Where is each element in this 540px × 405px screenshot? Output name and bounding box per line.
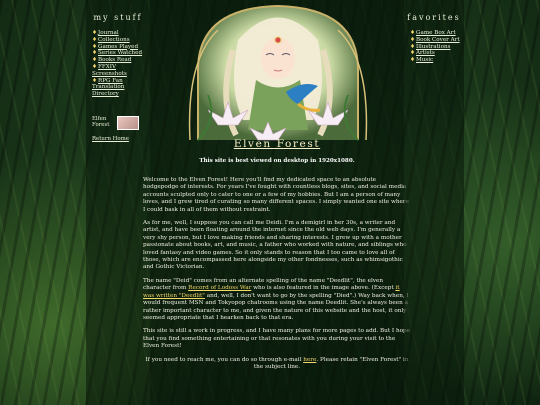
nav-item-game-box-art[interactable]: ♦Game Box Art xyxy=(410,30,464,37)
nav-item-journal[interactable]: ♦Journal xyxy=(92,30,150,37)
bullet-diamond-icon: ♦ xyxy=(92,43,98,50)
nav-link[interactable]: Collections xyxy=(98,37,130,43)
bullet-diamond-icon: ♦ xyxy=(410,57,416,64)
bullet-diamond-icon: ♦ xyxy=(92,36,98,43)
nav-item-books-read[interactable]: ♦Books Read xyxy=(92,57,150,64)
right-nav: ♦Game Box Art ♦Book Cover Art ♦Illustrat… xyxy=(410,30,464,64)
nav-link[interactable]: Game Box Art xyxy=(416,30,456,36)
main-content-panel: Elven Forest This site is best viewed on… xyxy=(143,0,410,405)
nav-link[interactable]: Book Cover Art xyxy=(416,37,460,43)
nav-link[interactable]: Games Played xyxy=(98,44,138,50)
nav-item-rpg-fan-translation[interactable]: ♦RPG Fan Translation Directory xyxy=(92,78,150,98)
bullet-diamond-icon: ♦ xyxy=(92,77,98,84)
paragraph-welcome: Welcome to the Elven Forest! Here you'll… xyxy=(143,177,409,213)
nav-item-music[interactable]: ♦Music xyxy=(410,57,464,64)
nav-link[interactable]: Music xyxy=(416,57,433,63)
email-link[interactable]: here xyxy=(303,357,316,363)
bullet-diamond-icon: ♦ xyxy=(92,63,98,70)
nav-link[interactable]: Artists xyxy=(416,50,435,56)
nav-item-ffxiv-screenshots[interactable]: ♦FFXIV Screenshots xyxy=(92,64,150,78)
nav-link[interactable]: FFXIV Screenshots xyxy=(92,64,127,77)
nav-link[interactable]: Illustrations xyxy=(416,44,450,50)
bullet-diamond-icon: ♦ xyxy=(410,50,416,57)
badge-thumbnail[interactable] xyxy=(117,116,140,130)
bullet-diamond-icon: ♦ xyxy=(92,30,98,36)
paragraph-about: As for me, well, I suppose you can call … xyxy=(143,220,407,271)
right-sidebar: favorites ♦Game Box Art ♦Book Cover Art … xyxy=(404,0,464,405)
site-title[interactable]: Elven Forest xyxy=(150,138,404,150)
nav-link[interactable]: Journal xyxy=(98,30,119,36)
bullet-diamond-icon: ♦ xyxy=(410,30,416,36)
paragraph-work-in-progress: This site is still a work in progress, a… xyxy=(143,328,411,350)
sidebar-title-favorites: favorites xyxy=(407,13,461,22)
bullet-diamond-icon: ♦ xyxy=(92,50,98,57)
left-nav: ♦Journal ♦Collections ♦Games Played ♦Ser… xyxy=(92,30,150,98)
text-span: who is also featured in the image above.… xyxy=(251,285,396,292)
bullet-diamond-icon: ♦ xyxy=(410,36,416,43)
badge-label: Elfen Forest xyxy=(92,116,110,128)
sidebar-title-my-stuff: my stuff xyxy=(93,13,143,22)
paragraph-name-origin: The name "Deid" comes from an alternate … xyxy=(143,278,411,322)
nav-link[interactable]: Books Read xyxy=(98,57,131,63)
paragraph-contact: If you need to reach me, you can do so t… xyxy=(143,357,411,372)
left-sidebar: my stuff ♦Journal ♦Collections ♦Games Pl… xyxy=(86,0,150,405)
nav-item-book-cover-art[interactable]: ♦Book Cover Art xyxy=(410,37,464,44)
intro-text: Welcome to the Elven Forest! Here you'll… xyxy=(143,177,411,377)
banner-illustration xyxy=(188,4,368,141)
nav-link[interactable]: Series Watched xyxy=(98,50,142,56)
link-record-of-lodoss-war[interactable]: Record of Lodoss War xyxy=(188,285,251,291)
desktop-notice: This site is best viewed on desktop in 1… xyxy=(199,158,355,164)
bullet-diamond-icon: ♦ xyxy=(410,43,416,50)
site-badge[interactable]: Elfen Forest Return Home xyxy=(92,116,150,142)
return-home-link[interactable]: Return Home xyxy=(92,136,150,142)
nav-item-collections[interactable]: ♦Collections xyxy=(92,37,150,44)
bullet-diamond-icon: ♦ xyxy=(92,57,98,64)
text-span: If you need to reach me, you can do so t… xyxy=(145,356,304,363)
